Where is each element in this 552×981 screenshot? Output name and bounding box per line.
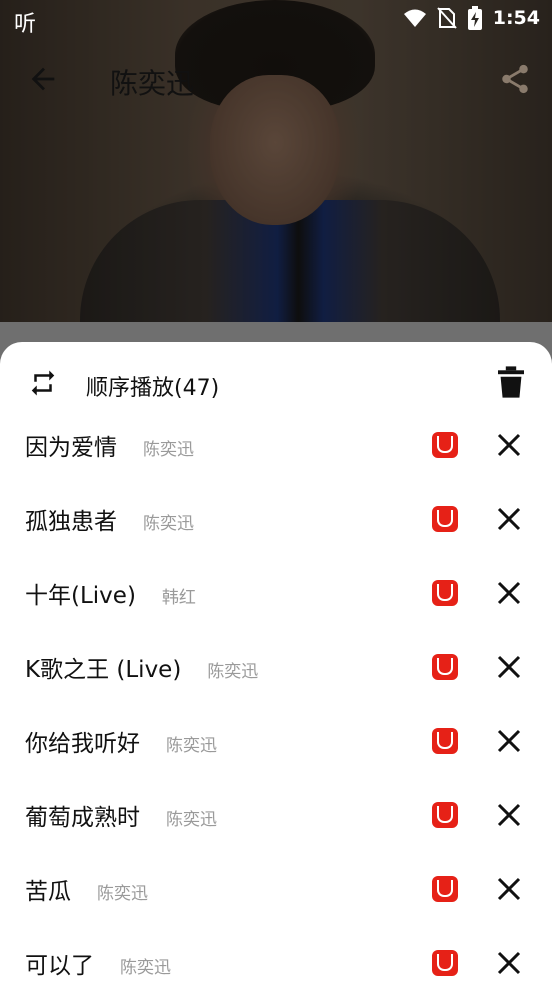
song-title: 苦瓜 bbox=[25, 879, 71, 905]
arrow-back-icon[interactable] bbox=[26, 62, 60, 96]
u-badge-icon bbox=[432, 728, 458, 754]
u-badge-icon bbox=[432, 580, 458, 606]
no-sim-icon bbox=[436, 7, 457, 29]
song-title: 葡萄成熟时 bbox=[25, 805, 140, 831]
song-info: 十年(Live) 韩红 bbox=[25, 576, 196, 610]
repeat-icon[interactable] bbox=[28, 368, 58, 398]
list-item[interactable]: 可以了 陈奕迅 bbox=[0, 924, 552, 981]
close-icon[interactable] bbox=[494, 874, 524, 904]
close-icon[interactable] bbox=[494, 800, 524, 830]
u-badge-icon bbox=[432, 506, 458, 532]
share-icon[interactable] bbox=[498, 62, 532, 96]
close-icon[interactable] bbox=[494, 430, 524, 460]
song-info: 葡萄成熟时 陈奕迅 bbox=[25, 798, 217, 832]
page-title: 陈奕迅 bbox=[110, 67, 195, 100]
song-title: 十年(Live) bbox=[25, 583, 136, 609]
song-info: 因为爱情 陈奕迅 bbox=[25, 428, 194, 462]
list-item[interactable]: 孤独患者 陈奕迅 bbox=[0, 480, 552, 554]
close-icon[interactable] bbox=[494, 726, 524, 756]
song-artist: 陈奕迅 bbox=[143, 440, 194, 460]
song-artist: 陈奕迅 bbox=[166, 736, 217, 756]
song-info: 苦瓜 陈奕迅 bbox=[25, 872, 148, 906]
playlist-list: 因为爱情 陈奕迅 孤独患者 陈奕迅 十年(Live) 韩红 K歌之王 (Live… bbox=[0, 406, 552, 981]
list-item[interactable]: 你给我听好 陈奕迅 bbox=[0, 702, 552, 776]
list-item[interactable]: K歌之王 (Live) 陈奕迅 bbox=[0, 628, 552, 702]
status-bar: 听 1:54 bbox=[0, 0, 552, 40]
status-time: 1:54 bbox=[492, 7, 540, 29]
close-icon[interactable] bbox=[494, 652, 524, 682]
song-info: 你给我听好 陈奕迅 bbox=[25, 724, 217, 758]
song-title: K歌之王 (Live) bbox=[25, 657, 182, 683]
u-badge-icon bbox=[432, 876, 458, 902]
song-artist: 陈奕迅 bbox=[97, 884, 148, 904]
song-title: 因为爱情 bbox=[25, 435, 117, 461]
play-mode-label[interactable]: 顺序播放(47) bbox=[86, 370, 219, 402]
song-artist: 陈奕迅 bbox=[120, 958, 171, 978]
song-info: 孤独患者 陈奕迅 bbox=[25, 502, 194, 536]
u-badge-icon bbox=[432, 432, 458, 458]
u-badge-icon bbox=[432, 654, 458, 680]
close-icon[interactable] bbox=[494, 504, 524, 534]
list-item[interactable]: 因为爱情 陈奕迅 bbox=[0, 406, 552, 480]
close-icon[interactable] bbox=[494, 948, 524, 978]
playlist-sheet: 顺序播放(47) 因为爱情 陈奕迅 孤独患者 陈奕迅 十年(Live) 韩红 K… bbox=[0, 342, 552, 981]
u-badge-icon bbox=[432, 950, 458, 976]
song-info: 可以了 陈奕迅 bbox=[25, 946, 171, 980]
song-artist: 陈奕迅 bbox=[207, 662, 259, 682]
song-title: 可以了 bbox=[25, 953, 94, 979]
close-icon[interactable] bbox=[494, 578, 524, 608]
wifi-icon bbox=[403, 9, 426, 27]
song-artist: 韩红 bbox=[161, 588, 196, 608]
app-bar: 陈奕迅 bbox=[0, 50, 552, 110]
battery-charging-icon bbox=[467, 6, 482, 30]
song-artist: 陈奕迅 bbox=[143, 514, 194, 534]
list-item[interactable]: 葡萄成熟时 陈奕迅 bbox=[0, 776, 552, 850]
song-title: 孤独患者 bbox=[25, 509, 117, 535]
song-artist: 陈奕迅 bbox=[166, 810, 217, 830]
u-badge-icon bbox=[432, 802, 458, 828]
status-icons: 1:54 bbox=[403, 6, 540, 30]
app-status-glyph: 听 bbox=[14, 12, 37, 37]
song-info: K歌之王 (Live) 陈奕迅 bbox=[25, 650, 258, 684]
list-item[interactable]: 十年(Live) 韩红 bbox=[0, 554, 552, 628]
song-title: 你给我听好 bbox=[25, 731, 140, 757]
list-item[interactable]: 苦瓜 陈奕迅 bbox=[0, 850, 552, 924]
trash-icon[interactable] bbox=[498, 366, 524, 398]
